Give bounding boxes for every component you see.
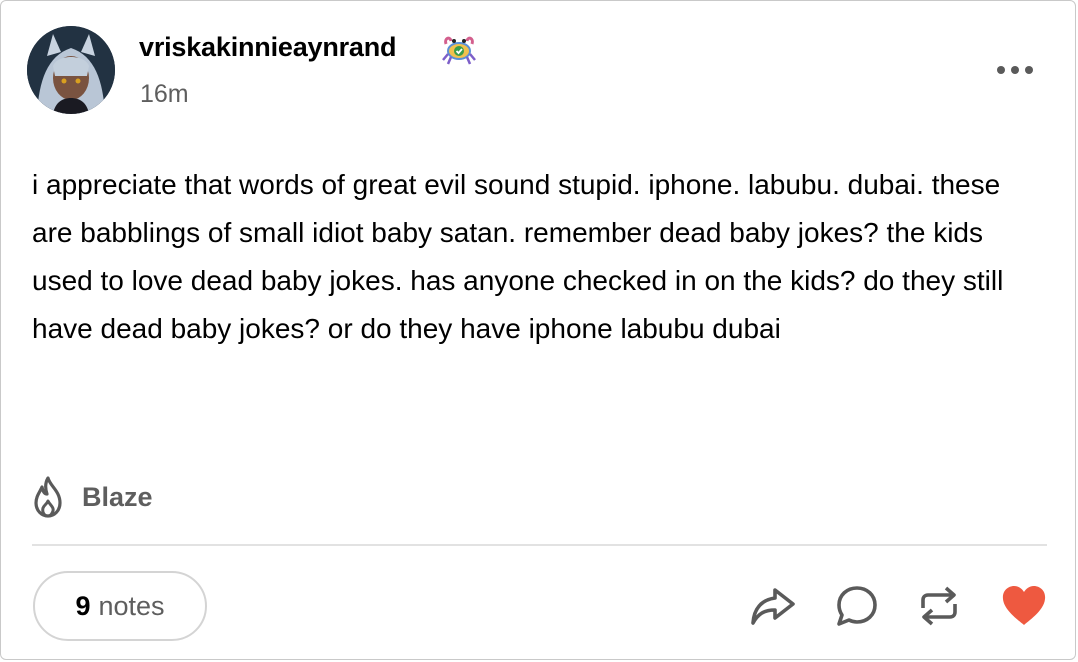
more-options-icon[interactable] bbox=[995, 59, 1035, 81]
notes-button[interactable]: 9 notes bbox=[33, 571, 207, 641]
avatar[interactable] bbox=[27, 26, 115, 114]
reblog-button[interactable] bbox=[914, 581, 964, 631]
flame-icon bbox=[34, 476, 62, 518]
post-body-text: i appreciate that words of great evil so… bbox=[32, 169, 1004, 344]
reblog-icon bbox=[921, 586, 957, 626]
like-button[interactable] bbox=[999, 581, 1049, 631]
crab-badge-icon bbox=[442, 34, 476, 66]
reply-button[interactable] bbox=[832, 581, 882, 631]
blaze-label: Blaze bbox=[82, 481, 153, 512]
blaze-button[interactable]: Blaze bbox=[30, 473, 153, 521]
avatar-image bbox=[27, 26, 115, 114]
notes-label: notes bbox=[98, 590, 165, 621]
post-timestamp[interactable]: 16m bbox=[140, 80, 189, 109]
post-card: vriskakinnieaynrand 16m i appreciate tha… bbox=[0, 0, 1076, 660]
username[interactable]: vriskakinnieaynrand bbox=[139, 32, 397, 63]
share-button[interactable] bbox=[748, 581, 798, 631]
divider bbox=[32, 544, 1047, 546]
reply-bubble-icon bbox=[837, 586, 877, 626]
share-arrow-icon bbox=[751, 588, 795, 625]
notes-count: 9 bbox=[75, 590, 91, 621]
heart-icon bbox=[1002, 586, 1046, 625]
